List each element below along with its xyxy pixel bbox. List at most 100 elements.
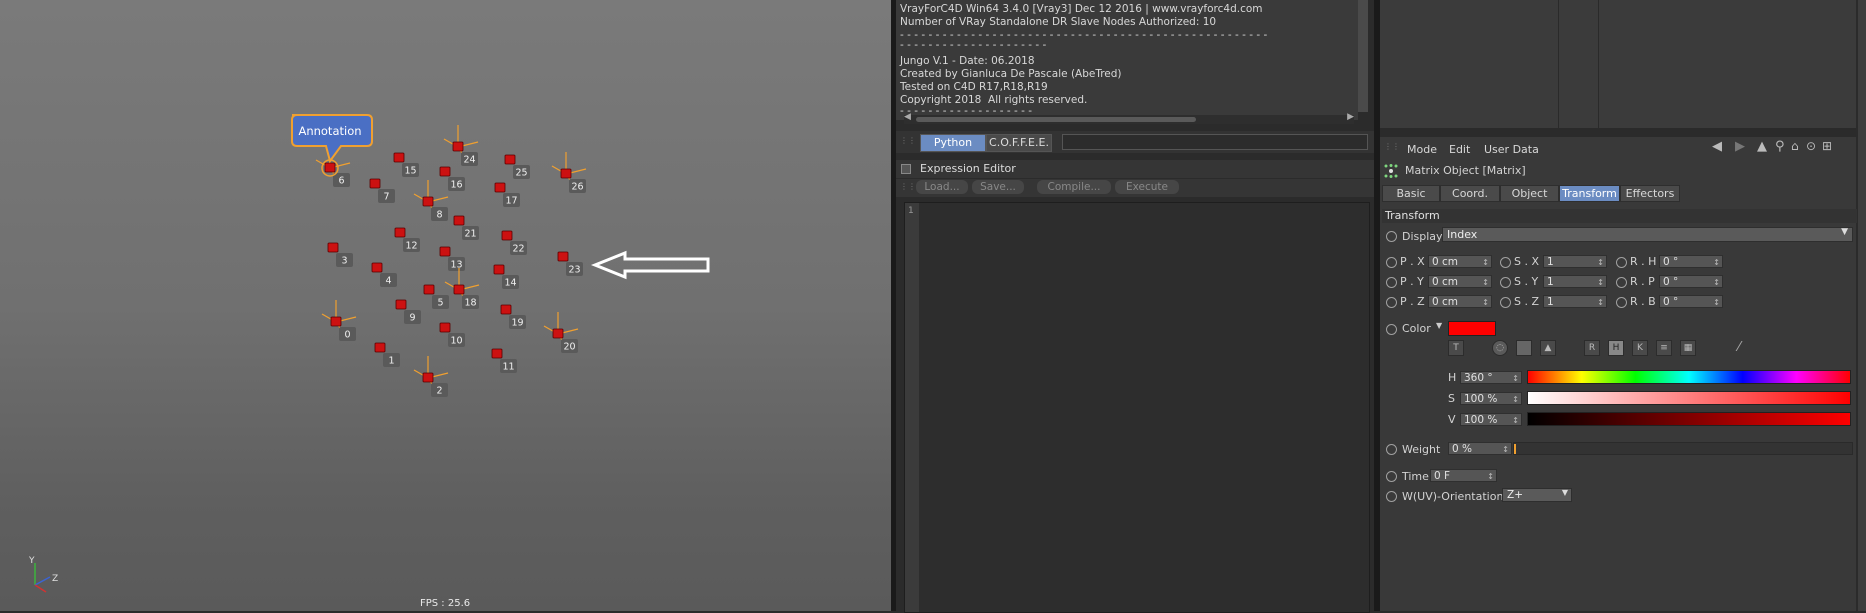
- menu-user-data[interactable]: User Data: [1484, 143, 1539, 156]
- value-field[interactable]: 100 %: [1460, 413, 1522, 427]
- animate-toggle[interactable]: [1386, 277, 1397, 288]
- animate-toggle[interactable]: [1500, 297, 1511, 308]
- animate-toggle[interactable]: [1386, 471, 1397, 482]
- matrix-point: [423, 284, 435, 295]
- color-expand-icon[interactable]: ▼: [1436, 321, 1442, 330]
- display-dropdown[interactable]: Index ▼: [1442, 227, 1853, 242]
- px-field[interactable]: 0 cm: [1428, 255, 1492, 269]
- matrix-point: [393, 152, 405, 163]
- axis-x-line: [34, 584, 47, 593]
- spectrum-icon[interactable]: [1516, 340, 1532, 356]
- tab-object[interactable]: Object: [1500, 185, 1559, 202]
- console-output: VrayForC4D Win64 3.4.0 [Vray3] Dec 12 20…: [896, 0, 1368, 120]
- saturation-slider[interactable]: [1527, 391, 1851, 405]
- chevron-down-icon: ▼: [1561, 488, 1568, 497]
- menu-edit[interactable]: Edit: [1449, 143, 1470, 156]
- time-field[interactable]: 0 F: [1430, 469, 1497, 483]
- console-line: VrayForC4D Win64 3.4.0 [Vray3] Dec 12 20…: [900, 3, 1263, 15]
- animate-toggle[interactable]: [1616, 297, 1627, 308]
- tab-coord[interactable]: Coord.: [1440, 185, 1500, 202]
- animate-toggle[interactable]: [1500, 277, 1511, 288]
- sz-field[interactable]: 1: [1543, 295, 1607, 309]
- matrix-point: [330, 316, 342, 327]
- search-icon[interactable]: ⚲: [1775, 139, 1785, 154]
- matrix-point: [374, 342, 386, 353]
- python-button[interactable]: Python: [920, 134, 986, 152]
- swatches-icon[interactable]: ▦: [1680, 340, 1696, 356]
- weight-slider-handle[interactable]: [1514, 444, 1516, 454]
- new-panel-icon[interactable]: ⊞: [1822, 139, 1832, 153]
- rgb-icon[interactable]: R: [1584, 340, 1600, 356]
- weight-field[interactable]: 0 %: [1448, 442, 1512, 456]
- rb-field[interactable]: 0 °: [1659, 295, 1723, 309]
- kelvin-icon[interactable]: K: [1632, 340, 1648, 356]
- matrix-point: [439, 322, 451, 333]
- console-h-scrollbar[interactable]: ◀ ▶: [904, 112, 1354, 124]
- forward-arrow-icon[interactable]: ▶: [1735, 139, 1745, 154]
- hue-slider[interactable]: [1527, 370, 1851, 384]
- mixer-icon[interactable]: ≡: [1656, 340, 1672, 356]
- animate-toggle[interactable]: [1386, 444, 1397, 455]
- back-arrow-icon[interactable]: ◀: [1712, 139, 1722, 154]
- menu-mode[interactable]: Mode: [1407, 143, 1437, 156]
- animate-toggle[interactable]: [1386, 324, 1397, 335]
- uv-orientation-dropdown[interactable]: Z+ ▼: [1502, 488, 1572, 502]
- rh-field[interactable]: 0 °: [1659, 255, 1723, 269]
- matrix-point: [501, 230, 513, 241]
- tab-effectors[interactable]: Effectors: [1620, 185, 1680, 202]
- animate-toggle[interactable]: [1386, 491, 1397, 502]
- console-scrollbar[interactable]: [1358, 0, 1368, 112]
- weight-slider[interactable]: [1513, 442, 1853, 455]
- color-picker-mode-icon[interactable]: T: [1448, 340, 1464, 356]
- scroll-right-icon[interactable]: ▶: [1347, 112, 1354, 122]
- line-gutter: 1: [905, 203, 919, 612]
- image-icon[interactable]: ▲: [1540, 340, 1556, 356]
- animate-toggle[interactable]: [1616, 277, 1627, 288]
- sx-field[interactable]: 1: [1543, 255, 1607, 269]
- compile-button[interactable]: Compile...: [1037, 180, 1111, 194]
- coffee-button[interactable]: C.O.F.F.E.E.: [986, 134, 1052, 152]
- pointer-up-icon[interactable]: ▲: [1757, 139, 1767, 154]
- hue-field[interactable]: 360 °: [1460, 371, 1522, 385]
- point-index-label: 15: [404, 166, 416, 177]
- rp-field[interactable]: 0 °: [1659, 275, 1723, 289]
- viewport-3d[interactable]: 0 1 2 3 4 5 6 7 8 9 10 11 12 13 14 15 16 17 18 19 20 21 22 23 24…: [0, 0, 891, 611]
- matrix-point: [552, 328, 564, 339]
- tab-basic[interactable]: Basic: [1382, 185, 1440, 202]
- animate-toggle[interactable]: [1386, 297, 1397, 308]
- sy-field[interactable]: 1: [1543, 275, 1607, 289]
- value-slider[interactable]: [1527, 412, 1851, 426]
- eyedropper-icon[interactable]: ⁄: [1738, 340, 1740, 355]
- lock-icon[interactable]: ⌂: [1791, 139, 1799, 153]
- arrow-left-icon: [590, 250, 710, 280]
- language-bar: ⋮⋮ Python C.O.F.F.E.E.: [896, 131, 1374, 153]
- color-wheel-icon[interactable]: ◌: [1492, 340, 1508, 356]
- animate-toggle[interactable]: [1500, 257, 1511, 268]
- execute-button[interactable]: Execute: [1115, 180, 1179, 194]
- pz-field[interactable]: 0 cm: [1428, 295, 1492, 309]
- saturation-field[interactable]: 100 %: [1460, 392, 1522, 406]
- hue-label: H: [1448, 371, 1457, 384]
- matrix-point: [439, 166, 451, 177]
- load-button[interactable]: Load...: [916, 180, 968, 194]
- point-index-label: 22: [512, 244, 524, 255]
- point-index-label: 2: [436, 386, 442, 397]
- save-button[interactable]: Save...: [972, 180, 1024, 194]
- pin-icon[interactable]: ⊙: [1806, 139, 1816, 153]
- hsv-icon[interactable]: H: [1608, 340, 1624, 356]
- python-command-input[interactable]: [1062, 134, 1368, 150]
- py-field[interactable]: 0 cm: [1428, 275, 1492, 289]
- animate-toggle[interactable]: [1616, 257, 1627, 268]
- grip-icon: ⋮⋮: [900, 136, 916, 145]
- tab-transform[interactable]: Transform: [1559, 185, 1620, 202]
- animate-toggle[interactable]: [1386, 231, 1397, 242]
- code-editor[interactable]: 1: [904, 202, 1370, 613]
- point-index-label: 0: [344, 330, 350, 341]
- matrix-point: [369, 178, 381, 189]
- panel-menu-icon[interactable]: [901, 164, 911, 174]
- scroll-left-icon[interactable]: ◀: [904, 112, 911, 122]
- point-index-label: 14: [504, 278, 516, 289]
- animate-toggle[interactable]: [1386, 257, 1397, 268]
- color-swatch[interactable]: [1448, 321, 1496, 336]
- time-label: Time: [1402, 470, 1429, 483]
